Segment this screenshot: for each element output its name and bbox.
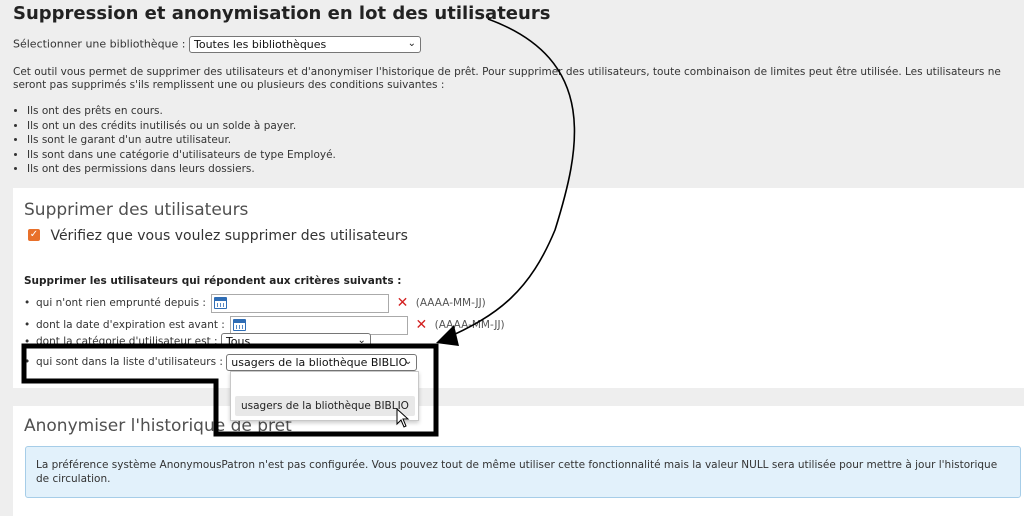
annotation-arrow [441,18,576,341]
annotation-arrowhead [436,325,459,346]
annotation-overlay [21,18,576,437]
mouse-cursor-icon [396,408,410,428]
annotation-highlight-box [21,343,439,437]
